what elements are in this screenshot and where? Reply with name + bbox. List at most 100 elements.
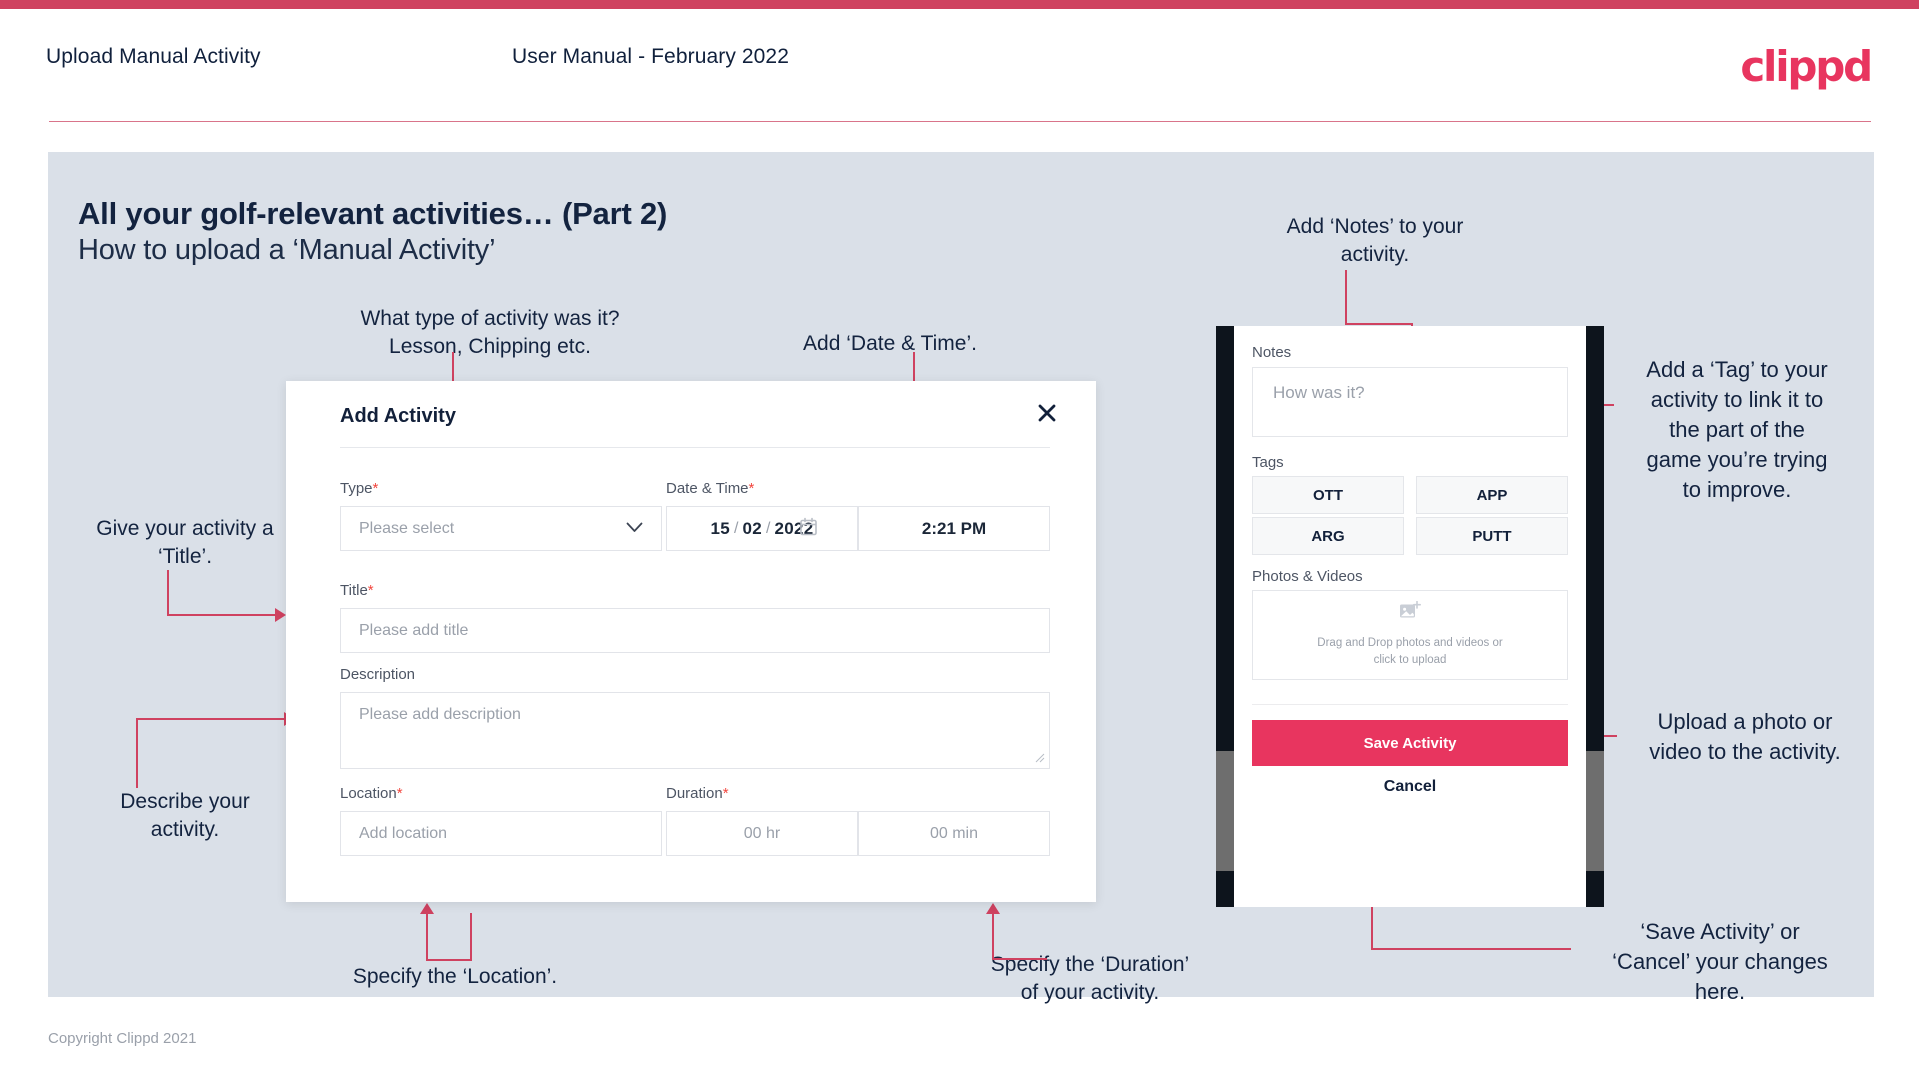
add-image-icon [1399,600,1421,625]
type-label-text: Type [340,480,373,497]
connector-loc-arrow [420,903,434,914]
title-label-text: Title [340,582,368,599]
duration-label-text: Duration [666,785,723,802]
datetime-required: * [748,480,755,497]
description-label: Description [340,666,415,683]
time-value: 2:21 PM [921,518,987,538]
annotation-notes: Add ‘Notes’ to your activity. [1286,215,1464,266]
phone-divider [1252,704,1568,705]
description-placeholder: Please add description [359,706,521,723]
connector-dur-h [992,958,1047,960]
tags-label: Tags [1252,454,1284,471]
notes-textarea[interactable]: How was it? [1252,367,1568,437]
location-required: * [396,785,403,802]
tag-button-ott[interactable]: OTT [1252,476,1404,514]
slide-title: All your golf-relevant activities… (Part… [78,196,668,231]
date-sep-1: / [734,519,739,537]
connector-loc-v2 [426,913,428,959]
annotation-datetime: Add ‘Date & Time’. [803,332,977,355]
duration-hours-input[interactable]: 00 hr [666,811,858,856]
type-label: Type* [340,480,378,497]
clippd-logo: clippd [1740,42,1873,91]
tag-button-putt[interactable]: PUTT [1416,517,1568,555]
tag-label-ott: OTT [1313,486,1343,504]
location-label: Location* [340,785,403,802]
description-label-text: Description [340,666,416,683]
photos-label: Photos & Videos [1252,568,1363,585]
connector-notes-v [1345,270,1347,325]
cancel-button[interactable]: Cancel [1234,778,1586,796]
save-activity-button[interactable]: Save Activity [1252,720,1568,766]
connector-title-arrow [275,608,286,622]
connector-title-v [167,570,169,615]
duration-minutes-input[interactable]: 00 min [858,811,1050,856]
notes-placeholder: How was it? [1273,383,1365,402]
chevron-down-icon [626,520,643,538]
title-placeholder: Please add title [359,621,469,639]
header-subtitle: User Manual - February 2022 [512,45,789,68]
date-day: 15 [710,518,731,538]
dropzone-text: Drag and Drop photos and videos or click… [1317,637,1503,666]
connector-desc-v [136,718,138,788]
tag-button-app[interactable]: APP [1416,476,1568,514]
annotation-type: What type of activity was it? Lesson, Ch… [360,307,620,358]
annotation-save: ‘Save Activity’ or ‘Cancel’ your changes… [1612,919,1828,1004]
connector-loc-h [426,959,472,961]
top-accent-bar [0,0,1919,9]
calendar-icon[interactable] [800,517,817,540]
header-rule [49,121,1871,122]
date-month: 02 [742,518,762,538]
close-icon[interactable] [1034,400,1060,426]
connector-save-h [1371,948,1571,950]
page-title: Upload Manual Activity [46,45,261,68]
photo-dropzone[interactable]: Drag and Drop photos and videos or click… [1252,590,1568,680]
annotation-tags: Add a ‘Tag’ to your activity to link it … [1646,357,1828,502]
save-activity-label: Save Activity [1363,734,1457,752]
title-input[interactable]: Please add title [340,608,1050,653]
add-activity-dialog: Add Activity Type* Please select Date & … [286,381,1096,902]
connector-dur-arrow [986,903,1000,914]
copyright-text: Copyright Clippd 2021 [48,1030,197,1047]
type-select[interactable]: Please select [340,506,662,551]
tag-label-arg: ARG [1311,527,1345,545]
duration-label: Duration* [666,785,729,802]
mobile-preview: Notes How was it? Tags OTT APP ARG PUTT … [1216,326,1604,907]
location-label-text: Location [340,785,397,802]
dialog-title: Add Activity [340,405,456,427]
date-input[interactable]: 15 / 02 / 2022 [666,506,858,551]
phone-scroll-track-left [1216,751,1234,871]
datetime-label: Date & Time* [666,480,754,497]
phone-scroll-track-right [1586,751,1604,871]
duration-minutes-value: 00 min [929,824,979,842]
type-required: * [372,480,379,497]
title-required: * [367,582,374,599]
connector-dur-v [992,913,994,959]
description-textarea[interactable]: Please add description [340,692,1050,769]
annotation-upload: Upload a photo or video to the activity. [1649,709,1841,764]
title-label: Title* [340,582,374,599]
connector-loc-v [470,913,472,961]
location-input[interactable]: Add location [340,811,662,856]
connector-notes-h [1345,323,1413,325]
notes-label: Notes [1252,344,1292,361]
slide-page: Upload Manual Activity User Manual - Feb… [0,0,1919,1079]
connector-desc-h [136,718,286,720]
slide-subtitle: How to upload a ‘Manual Activity’ [78,234,496,266]
cancel-label: Cancel [1383,778,1437,795]
annotation-location: Specify the ‘Location’. [352,965,558,988]
dialog-header: Add Activity [286,381,1096,443]
dialog-divider [340,447,1050,448]
connector-title-h [167,614,277,616]
duration-hours-value: 00 hr [743,824,781,842]
duration-required: * [722,785,729,802]
type-placeholder: Please select [359,519,455,537]
resize-handle-icon[interactable] [1035,752,1045,765]
phone-bezel-left [1216,326,1234,907]
tag-label-app: APP [1476,486,1508,504]
time-input[interactable]: 2:21 PM [858,506,1050,551]
phone-bezel-right [1586,326,1604,907]
datetime-label-text: Date & Time [666,480,749,497]
location-placeholder: Add location [359,824,448,842]
tag-button-arg[interactable]: ARG [1252,517,1404,555]
phone-screen: Notes How was it? Tags OTT APP ARG PUTT … [1234,326,1586,907]
